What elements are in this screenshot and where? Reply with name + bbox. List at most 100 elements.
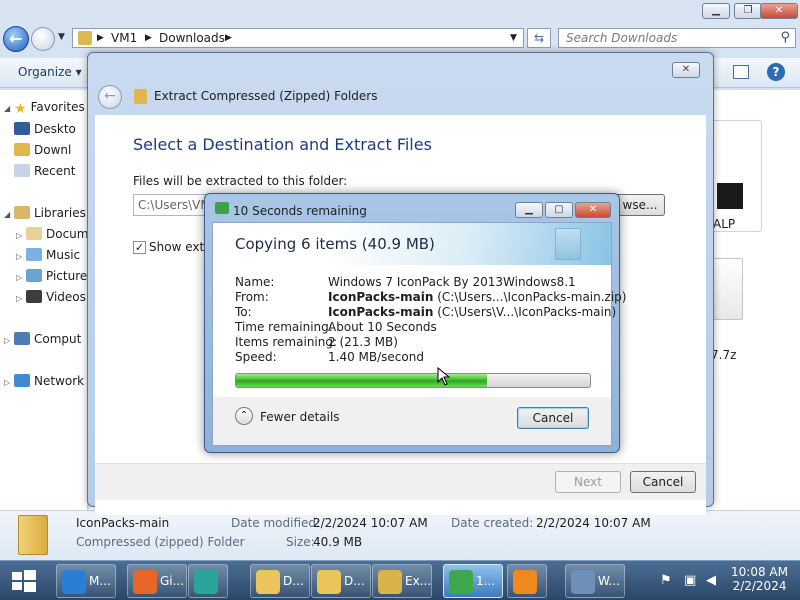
taskbar-button[interactable]: Gi...: [127, 564, 187, 598]
clock-date: 2/2/2024: [732, 579, 787, 593]
preview-pane-icon[interactable]: [733, 65, 749, 79]
taskbar-button[interactable]: W...: [565, 564, 625, 598]
taskbar-button-label: 1...: [476, 574, 496, 588]
breadcrumb-vm1[interactable]: VM1: [111, 31, 137, 45]
nav-computer[interactable]: ▷ Comput: [4, 332, 81, 346]
dropdown-icon[interactable]: ▼: [510, 33, 517, 43]
zip-folder-icon: [18, 515, 48, 555]
search-input[interactable]: Search Downloads ⚲: [558, 28, 796, 48]
fewer-details-toggle[interactable]: ⌃: [235, 407, 253, 425]
back-arrow-icon: ←: [9, 29, 23, 48]
wizard-cancel-button[interactable]: Cancel: [630, 471, 696, 493]
next-button[interactable]: Next: [555, 471, 621, 493]
nav-music[interactable]: ▷ Music: [16, 248, 80, 262]
edge-icon: [194, 570, 218, 594]
progress-heading: Copying 6 items (40.9 MB): [235, 235, 435, 253]
file-item-label: ALP: [713, 217, 736, 231]
address-bar[interactable]: ▶ VM1 ▶ Downloads ▶ ▼: [72, 28, 524, 48]
nav-desktop[interactable]: Deskto: [14, 122, 76, 136]
nav-downloads[interactable]: Downl: [14, 143, 71, 157]
nav-favorites[interactable]: ◢ ★ Favorites: [4, 100, 85, 117]
maximize-button[interactable]: ❐: [734, 3, 762, 19]
copy-icon: [449, 570, 473, 594]
zip-folder-icon: [134, 89, 147, 104]
minimize-button[interactable]: ▁: [702, 3, 730, 19]
destination-input[interactable]: C:\Users\VM: [133, 194, 215, 216]
detail-value: Windows 7 IconPack By 2013Windows8.1: [328, 275, 576, 289]
mouse-cursor-icon: [437, 367, 451, 386]
refresh-button[interactable]: ⇆: [527, 28, 551, 48]
file-item[interactable]: ALP: [706, 120, 762, 232]
progress-minimize-button[interactable]: ▁: [515, 202, 543, 218]
back-button[interactable]: ←: [3, 26, 29, 52]
organize-button[interactable]: Organize ▾: [18, 65, 82, 79]
copy-progress-dialog: 10 Seconds remaining ▁ ▢ ✕ Copying 6 ite…: [204, 193, 626, 453]
folder-icon: [256, 570, 280, 594]
back-arrow-icon: ←: [104, 88, 116, 104]
detail-value: About 10 Seconds: [328, 320, 437, 334]
breadcrumb-downloads[interactable]: Downloads: [159, 31, 225, 45]
progress-header: Copying 6 items (40.9 MB): [213, 223, 611, 265]
firefox-icon: [133, 570, 157, 594]
nav-videos[interactable]: ▷ Videos: [16, 290, 86, 304]
close-button[interactable]: ✕: [760, 3, 798, 19]
nav-pictures[interactable]: ▷ Picture: [16, 269, 87, 283]
recent-pages-icon[interactable]: ▼: [58, 32, 65, 42]
window-icon: [571, 570, 595, 594]
fewer-details-label[interactable]: Fewer details: [260, 410, 340, 424]
nav-recent[interactable]: Recent: [14, 164, 75, 178]
progress-maximize-button[interactable]: ▢: [545, 202, 573, 218]
folder-label: Files will be extracted to this folder:: [133, 174, 348, 188]
wizard-close-button[interactable]: ✕: [672, 62, 700, 78]
taskbar-button[interactable]: 1...: [443, 564, 503, 598]
taskbar: M... Gi... D... D... Ex... 1... W... ⚑ ▣ ◀ 10:…: [0, 560, 800, 600]
detail-label: Name:: [235, 275, 275, 289]
chevron-right-icon: ▶: [97, 33, 104, 43]
chevron-right-icon: ▶: [225, 33, 232, 43]
taskbar-button[interactable]: D...: [250, 564, 310, 598]
size-value: 40.9 MB: [313, 535, 363, 549]
progress-details: Name: Windows 7 IconPack By 2013Windows8…: [213, 265, 626, 397]
document-icon: [555, 228, 581, 260]
start-button[interactable]: [8, 566, 38, 596]
chevron-right-icon: ▶: [145, 33, 152, 43]
date-modified-value: 2/2/2024 10:07 AM: [313, 516, 428, 530]
taskbar-button[interactable]: [188, 564, 228, 598]
taskbar-button[interactable]: D...: [311, 564, 371, 598]
folder-icon: [78, 31, 92, 45]
help-icon[interactable]: ?: [767, 63, 785, 81]
forward-button[interactable]: [31, 27, 55, 51]
progress-bar: [235, 373, 591, 388]
search-placeholder: Search Downloads: [566, 31, 678, 45]
clock[interactable]: 10:08 AM 2/2/2024: [731, 565, 788, 593]
nav-network[interactable]: ▷ Network: [4, 374, 84, 388]
nav-documents[interactable]: ▷ Docum: [16, 227, 88, 241]
wizard-title: Extract Compressed (Zipped) Folders: [154, 89, 378, 103]
7z-file-icon[interactable]: [709, 258, 743, 320]
detail-label: Speed:: [235, 350, 277, 364]
network-tray-icon[interactable]: ▣: [684, 573, 696, 588]
music-icon: [26, 248, 42, 261]
detail-label: Time remaining:: [235, 320, 333, 334]
clock-time: 10:08 AM: [731, 565, 788, 579]
taskbar-button[interactable]: M...: [56, 564, 116, 598]
taskbar-button[interactable]: Ex...: [372, 564, 432, 598]
taskbar-button-label: Ex...: [405, 574, 432, 588]
detail-value: IconPacks-main (C:\Users\V...\IconPacks-…: [328, 305, 617, 319]
taskbar-button-label: M...: [89, 574, 111, 588]
show-files-checkbox[interactable]: ✓: [133, 241, 146, 254]
details-type: Compressed (zipped) Folder: [76, 535, 245, 549]
progress-title: 10 Seconds remaining: [233, 204, 367, 218]
documents-icon: [26, 227, 42, 240]
browse-button[interactable]: wse...: [615, 194, 665, 216]
nav-libraries[interactable]: ◢ Libraries: [4, 206, 86, 220]
file-thumbnail-icon: [717, 183, 743, 209]
videos-icon: [26, 290, 42, 303]
progress-cancel-button[interactable]: Cancel: [517, 407, 589, 429]
progress-close-button[interactable]: ✕: [575, 202, 611, 218]
volume-muted-icon[interactable]: ◀: [706, 573, 716, 588]
size-label: Size:: [286, 535, 315, 549]
wizard-back-button[interactable]: ←: [98, 85, 122, 109]
taskbar-button[interactable]: [507, 564, 547, 598]
flag-icon[interactable]: ⚑: [660, 573, 672, 588]
